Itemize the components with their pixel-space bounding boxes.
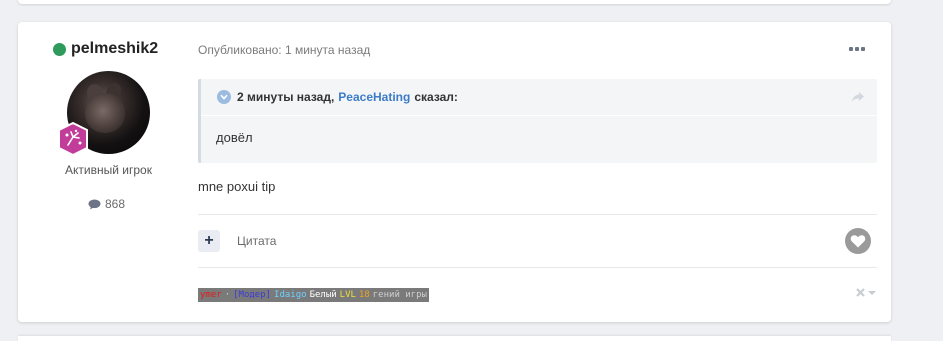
post-count: 868 — [88, 197, 125, 211]
multiquote-add-button[interactable]: + — [198, 230, 220, 252]
post-options-button[interactable] — [849, 45, 867, 53]
divider — [198, 267, 877, 268]
ellipsis-icon — [849, 47, 853, 51]
next-post-card — [18, 336, 891, 341]
author-name-link[interactable]: pelmeshik2 — [71, 40, 158, 58]
close-icon — [856, 288, 865, 297]
rank-badge-icon — [58, 122, 88, 156]
signature-text: ymer — [200, 290, 222, 300]
signature-image: ymer · [Модер] Idaigo Белый LVL 18 гений… — [198, 288, 429, 302]
quote-header: 2 минуты назад, PeaceHating сказал: — [201, 79, 877, 116]
signature-text: Idaigo — [274, 290, 307, 300]
quote-button[interactable]: Цитата — [237, 234, 276, 248]
quote-author-link[interactable]: PeaceHating — [338, 90, 410, 104]
forum-post: pelmeshik2 Активный игрок 868 Опубликова… — [18, 22, 891, 322]
divider — [198, 214, 877, 215]
signature-text: LVL — [339, 290, 356, 300]
quote-collapse-toggle[interactable] — [217, 90, 231, 104]
plus-icon: + — [204, 232, 214, 249]
post-count-value: 868 — [105, 197, 126, 211]
ellipsis-icon — [861, 47, 865, 51]
post-body-text: mne poxui tip — [198, 179, 276, 194]
chevron-down-icon — [220, 94, 228, 100]
previous-post-card — [18, 0, 891, 4]
quote-said-label: сказал: — [414, 90, 458, 104]
signature-text: 18 — [358, 290, 370, 300]
author-name-row: pelmeshik2 — [53, 40, 158, 58]
comment-icon — [88, 199, 101, 209]
signature-text: · — [224, 290, 231, 300]
signature-hide-button[interactable] — [856, 288, 876, 297]
signature-text: гений игры — [372, 290, 427, 300]
quote-block: 2 минуты назад, PeaceHating сказал: довё… — [198, 79, 877, 163]
like-button[interactable] — [845, 228, 871, 254]
heart-icon — [850, 235, 866, 248]
signature-text: [Модер] — [233, 290, 272, 300]
signature-text: Белый — [309, 290, 337, 300]
quote-time: 2 минуты назад, — [237, 90, 335, 104]
author-panel: pelmeshik2 Активный игрок 868 — [18, 22, 198, 322]
quote-body-text: довёл — [216, 130, 253, 145]
ellipsis-icon — [855, 47, 859, 51]
avatar-face — [85, 93, 125, 133]
chevron-down-icon — [868, 290, 876, 295]
post-published-time: Опубликовано: 1 минута назад — [198, 43, 371, 57]
online-status-indicator — [53, 42, 66, 56]
share-arrow-icon[interactable] — [851, 91, 865, 103]
rank-title: Активный игрок — [65, 163, 152, 177]
